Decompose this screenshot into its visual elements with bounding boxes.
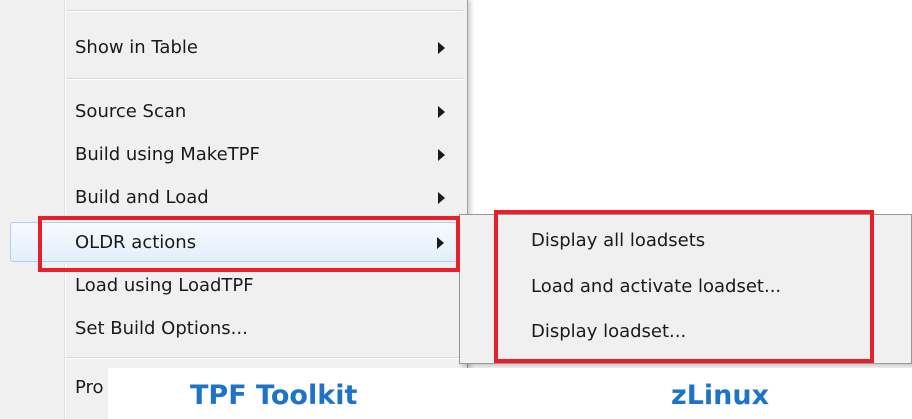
submenu-arrow-icon — [438, 42, 445, 54]
caption-tpf-toolkit: TPF Toolkit — [190, 380, 358, 411]
caption-zlinux: zLinux — [671, 380, 770, 411]
menu-item-show-in-table[interactable]: Show in Table — [4, 28, 463, 68]
submenu-item-label: Display all loadsets — [531, 230, 706, 251]
submenu-item-display-all-loadsets[interactable]: Display all loadsets — [464, 221, 907, 261]
menu-item-label: Load using LoadTPF — [75, 275, 254, 296]
submenu-item-display-loadset[interactable]: Display loadset... — [464, 312, 907, 352]
menu-separator — [66, 10, 463, 12]
caption-strip: TPF Toolkit zLinux — [108, 368, 912, 419]
menu-item-label: Source Scan — [75, 101, 187, 122]
menu-item-set-build-options[interactable]: Set Build Options... — [4, 309, 463, 349]
menu-separator — [66, 78, 463, 80]
menu-item-label: Show in Table — [75, 37, 198, 58]
menu-item-label: OLDR actions — [75, 232, 197, 253]
menu-separator — [66, 357, 463, 359]
menu-item-label: Set Build Options... — [75, 318, 248, 339]
submenu-item-load-and-activate-loadset[interactable]: Load and activate loadset... — [464, 267, 907, 307]
menu-item-label: Pro — [75, 377, 104, 398]
menu-item-load-using-loadtpf[interactable]: Load using LoadTPF — [4, 266, 463, 306]
submenu-arrow-icon — [438, 106, 445, 118]
context-menu: Show in Table Source Scan Build using Ma… — [0, 0, 468, 419]
submenu-item-label: Load and activate loadset... — [531, 276, 782, 297]
submenu-arrow-icon — [438, 192, 445, 204]
submenu-item-label: Display loadset... — [531, 321, 687, 342]
oldr-actions-submenu: Display all loadsets Load and activate l… — [459, 214, 912, 364]
menu-item-build-using-maketpf[interactable]: Build using MakeTPF — [4, 135, 463, 175]
submenu-arrow-icon — [437, 237, 444, 249]
menu-item-label: Build using MakeTPF — [75, 144, 260, 165]
menu-item-oldr-actions[interactable]: OLDR actions — [10, 222, 457, 262]
menu-item-build-and-load[interactable]: Build and Load — [4, 178, 463, 218]
menu-item-source-scan[interactable]: Source Scan — [4, 92, 463, 132]
submenu-arrow-icon — [438, 149, 445, 161]
menu-item-label: Build and Load — [75, 187, 209, 208]
